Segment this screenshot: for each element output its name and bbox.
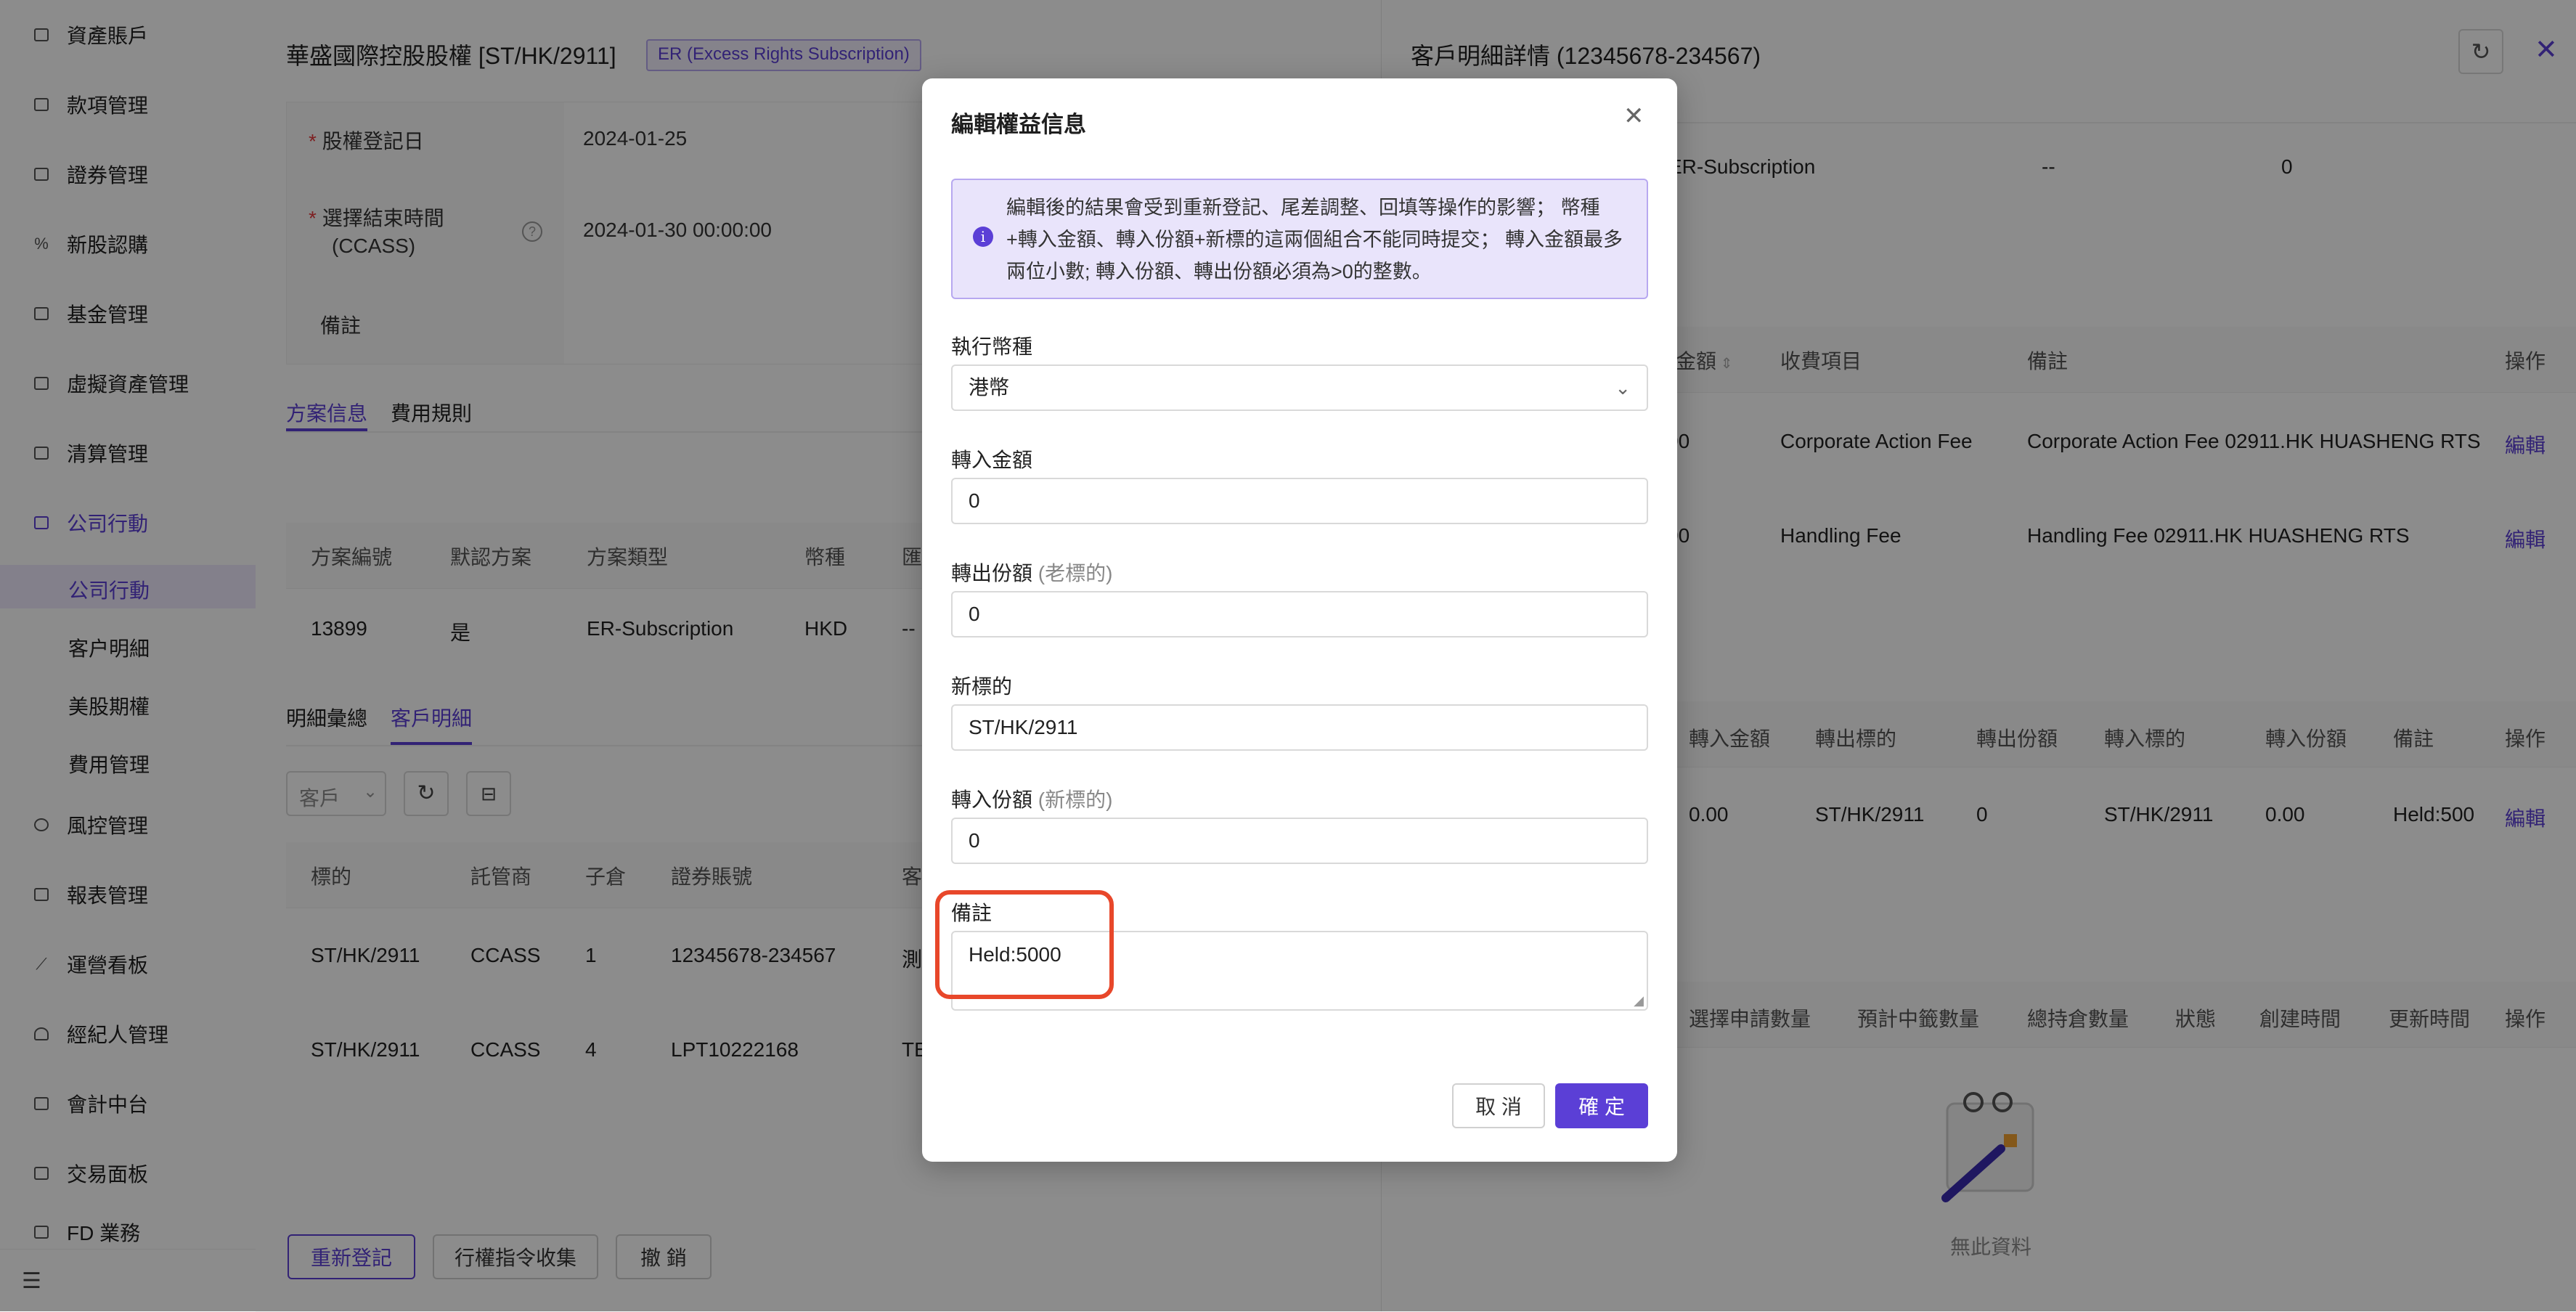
confirm-button[interactable]: 確 定 xyxy=(1555,1083,1648,1128)
currency-select[interactable]: 港幣 ⌄ xyxy=(951,364,1648,411)
close-icon[interactable]: ✕ xyxy=(1623,102,1644,131)
remark-highlight-box xyxy=(935,890,1114,999)
in-amount-input[interactable] xyxy=(951,478,1648,524)
currency-value: 港幣 xyxy=(969,376,1010,399)
edit-rights-modal: 編輯權益信息 ✕ i 編輯後的結果會受到重新登記、尾差調整、回填等操作的影響； … xyxy=(922,78,1677,1162)
info-icon: i xyxy=(973,227,993,247)
new-target-label: 新標的 xyxy=(951,675,1013,698)
modal-title: 編輯權益信息 xyxy=(951,112,1086,137)
info-alert-text: 編輯後的結果會受到重新登記、尾差調整、回填等操作的影響； 幣種+轉入金額、轉入份… xyxy=(1006,197,1623,282)
in-amount-label: 轉入金額 xyxy=(951,449,1033,471)
out-share-input[interactable] xyxy=(951,591,1648,637)
in-share-input[interactable] xyxy=(951,818,1648,864)
chevron-down-icon: ⌄ xyxy=(1615,377,1631,399)
info-alert: i 編輯後的結果會受到重新登記、尾差調整、回填等操作的影響； 幣種+轉入金額、轉… xyxy=(951,179,1648,299)
out-share-label: 轉出份額 (老標的) xyxy=(951,562,1113,584)
resize-handle-icon[interactable]: ◢ xyxy=(1634,993,1644,1009)
cancel-button[interactable]: 取 消 xyxy=(1452,1083,1545,1128)
in-share-label: 轉入份額 (新標的) xyxy=(951,789,1113,811)
currency-label: 執行幣種 xyxy=(951,335,1033,358)
new-target-input[interactable] xyxy=(951,704,1648,751)
